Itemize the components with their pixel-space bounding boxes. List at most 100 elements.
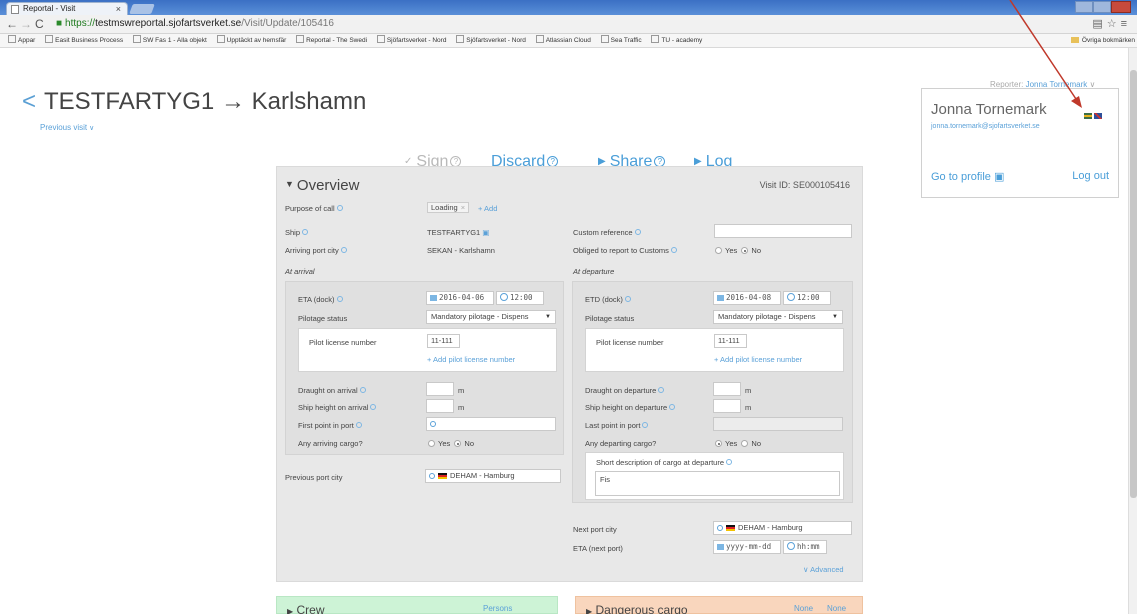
help-icon[interactable] bbox=[624, 296, 631, 302]
new-tab-button[interactable] bbox=[129, 4, 155, 14]
pilot-license-input[interactable]: 11-111 bbox=[427, 334, 460, 348]
english-flag-icon[interactable] bbox=[1094, 113, 1102, 119]
scrollbar-thumb[interactable] bbox=[1130, 70, 1137, 498]
bookmark-item[interactable]: Sjöfartsverket - Nord bbox=[456, 34, 526, 47]
advanced-toggle[interactable]: ∨ Advanced bbox=[803, 565, 844, 574]
back-chevron-icon[interactable]: < bbox=[22, 88, 36, 115]
bookmark-item[interactable]: Sjöfartsverket - Nord bbox=[377, 34, 447, 47]
caret-down-icon: ▼ bbox=[285, 179, 294, 189]
bookmark-item[interactable]: Sea Traffic bbox=[601, 34, 642, 47]
bookmark-item[interactable]: SW Fas 1 - Alla objekt bbox=[133, 34, 207, 47]
eta-time-input[interactable]: 12:00 bbox=[496, 291, 544, 305]
help-icon[interactable] bbox=[355, 422, 362, 428]
help-icon[interactable] bbox=[370, 404, 377, 410]
previous-visit-link[interactable]: Previous visit bbox=[40, 123, 94, 132]
german-flag-icon bbox=[726, 525, 735, 531]
bookmark-item[interactable]: Upptäckt av hemsfär bbox=[217, 34, 287, 47]
custom-reference-input[interactable] bbox=[714, 224, 852, 238]
eta-next-time-input[interactable]: hh:mm bbox=[783, 540, 827, 554]
crew-title[interactable]: ▶ Crew bbox=[287, 603, 325, 614]
arriving-cargo-radios[interactable]: Yes No bbox=[428, 439, 474, 448]
help-icon[interactable] bbox=[669, 404, 676, 410]
go-to-profile-link[interactable]: Go to profile ▣ bbox=[931, 170, 1004, 183]
help-icon[interactable] bbox=[642, 422, 649, 428]
logout-link[interactable]: Log out bbox=[1072, 170, 1109, 182]
help-icon[interactable] bbox=[634, 229, 641, 235]
draught-departure-input[interactable] bbox=[713, 382, 741, 396]
next-port-input[interactable]: DEHAM - Hamburg bbox=[713, 521, 852, 535]
first-point-label: First point in port bbox=[298, 421, 362, 430]
other-bookmarks[interactable]: Övriga bokmärken bbox=[1071, 34, 1135, 47]
user-email[interactable]: jonna.tornemark@sjofartsverket.se bbox=[931, 123, 1040, 130]
unit-m: m bbox=[745, 386, 752, 395]
ship-label: Ship bbox=[285, 228, 309, 237]
help-icon[interactable] bbox=[359, 387, 366, 393]
add-purpose-link[interactable]: + Add bbox=[478, 204, 497, 213]
radio-yes[interactable] bbox=[715, 440, 722, 447]
pilot-license-input[interactable]: 11-111 bbox=[714, 334, 747, 348]
user-card: Jonna Tornemark jonna.tornemark@sjofarts… bbox=[921, 88, 1119, 198]
dangerous-link-1[interactable]: None bbox=[794, 604, 813, 613]
swedish-flag-icon[interactable] bbox=[1084, 113, 1092, 119]
overview-title[interactable]: ▼ Overview bbox=[285, 177, 359, 194]
crew-persons-link[interactable]: Persons bbox=[483, 604, 512, 613]
calendar-icon bbox=[717, 295, 724, 301]
radio-yes[interactable] bbox=[715, 247, 722, 254]
radio-yes[interactable] bbox=[428, 440, 435, 447]
obliged-customs-label: Obliged to report to Customs bbox=[573, 246, 677, 255]
maximize-button[interactable] bbox=[1093, 1, 1111, 13]
add-pilot-license-link[interactable]: + Add pilot license number bbox=[427, 355, 515, 364]
at-arrival-heading: At arrival bbox=[285, 267, 315, 276]
add-pilot-license-link[interactable]: + Add pilot license number bbox=[714, 355, 802, 364]
address-bar-row: ← → C ■ https://testmswreportal.sjofartsv… bbox=[0, 15, 1137, 34]
dangerous-link-2[interactable]: None bbox=[827, 604, 846, 613]
pilotage-select[interactable]: Mandatory pilotage - Dispens ▼ bbox=[426, 310, 556, 324]
overview-panel: ▼ Overview Visit ID: SE000105416 Purpose … bbox=[276, 166, 863, 582]
back-arrow-icon[interactable]: ← bbox=[6, 17, 18, 31]
radio-no[interactable] bbox=[741, 440, 749, 447]
etd-time-input[interactable]: 12:00 bbox=[783, 291, 831, 305]
draught-arrival-input[interactable] bbox=[426, 382, 454, 396]
radio-no[interactable] bbox=[741, 247, 749, 254]
pilotage-select[interactable]: Mandatory pilotage - Dispens ▼ bbox=[713, 310, 843, 324]
departing-cargo-radios[interactable]: Yes No bbox=[715, 439, 761, 448]
dangerous-cargo-title[interactable]: ▶ Dangerous cargo bbox=[586, 603, 688, 614]
last-point-label: Last point in port bbox=[585, 421, 649, 430]
etd-date-input[interactable]: 2016-04-08 bbox=[713, 291, 781, 305]
bookmark-item[interactable]: Atlassian Cloud bbox=[536, 34, 591, 47]
bookmark-item[interactable]: Reportal - The Swedi bbox=[296, 34, 367, 47]
help-icon[interactable] bbox=[658, 387, 665, 393]
help-icon[interactable] bbox=[302, 229, 309, 235]
height-departure-input[interactable] bbox=[713, 399, 741, 413]
bookmark-item[interactable]: TU - academy bbox=[651, 34, 702, 47]
browser-tab[interactable]: Reportal - Visit × bbox=[6, 2, 128, 15]
bookmark-item[interactable]: Appar bbox=[8, 34, 35, 47]
height-arrival-input[interactable] bbox=[426, 399, 454, 413]
remove-icon[interactable]: × bbox=[461, 203, 465, 212]
browser-menu-icons[interactable]: ▤☆≡ bbox=[1092, 17, 1131, 30]
obliged-customs-radios[interactable]: Yes No bbox=[715, 246, 761, 255]
page-scrollbar[interactable] bbox=[1128, 48, 1137, 614]
help-icon[interactable] bbox=[726, 459, 732, 465]
help-icon[interactable] bbox=[336, 205, 343, 211]
short-description-textarea[interactable]: Fis bbox=[595, 471, 840, 496]
eta-date-input[interactable]: 2016-04-06 bbox=[426, 291, 494, 305]
previous-port-input[interactable]: DEHAM - Hamburg bbox=[425, 469, 561, 483]
minimize-button[interactable] bbox=[1075, 1, 1093, 13]
ship-link-icon[interactable]: ▣ bbox=[482, 228, 489, 237]
url-field[interactable]: ■ https://testmswreportal.sjofartsverket.… bbox=[56, 17, 334, 31]
close-window-button[interactable] bbox=[1111, 1, 1131, 13]
tab-close-icon[interactable]: × bbox=[116, 3, 121, 15]
help-icon[interactable] bbox=[340, 247, 347, 253]
eta-dock-label: ETA (dock) bbox=[298, 295, 343, 304]
help-icon[interactable] bbox=[336, 296, 343, 302]
first-point-input[interactable] bbox=[426, 417, 556, 431]
reload-icon[interactable]: C bbox=[35, 17, 44, 31]
help-icon[interactable] bbox=[670, 247, 677, 253]
forward-arrow-icon[interactable]: → bbox=[20, 17, 32, 31]
bookmark-item[interactable]: Easit Business Process bbox=[45, 34, 123, 47]
last-point-input bbox=[713, 417, 843, 431]
eta-next-date-input[interactable]: yyyy-mm-dd bbox=[713, 540, 781, 554]
pilot-license-label: Pilot license number bbox=[596, 338, 664, 347]
radio-no[interactable] bbox=[454, 440, 462, 447]
